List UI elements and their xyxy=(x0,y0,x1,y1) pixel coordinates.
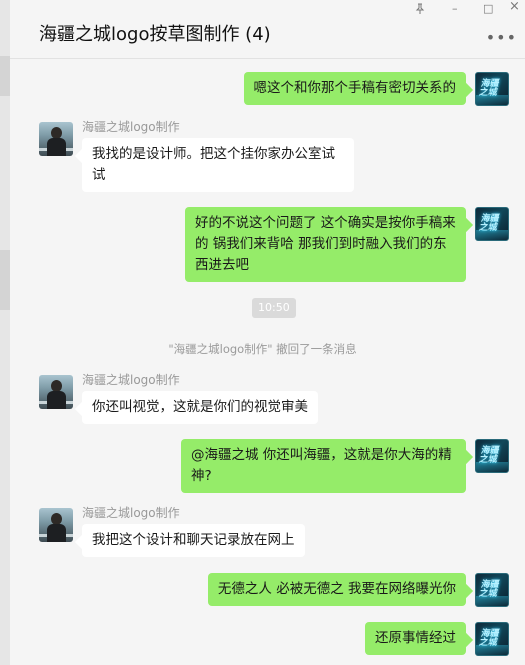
message-bubble-sent[interactable]: 还原事情经过 xyxy=(365,622,466,655)
message-bubble-sent[interactable]: 无德之人 必被无德之 我要在网络曝光你 xyxy=(207,573,466,606)
message-text: @海疆之城 你还叫海疆，这就是你大海的精神? xyxy=(191,447,452,484)
chat-title: 海疆之城logo按草图制作 (4) xyxy=(39,24,271,45)
contact-avatar[interactable] xyxy=(39,508,73,542)
message-text: 还原事情经过 xyxy=(375,630,456,646)
message-text: 我把这个设计和聊天记录放在网上 xyxy=(92,532,295,548)
message-bubble-sent[interactable]: @海疆之城 你还叫海疆，这就是你大海的精神? xyxy=(181,439,466,493)
timestamp: 10:50 xyxy=(252,298,296,318)
minimize-button[interactable]: – xyxy=(452,3,458,15)
sender-name: 海疆之城logo制作 xyxy=(82,506,180,520)
message-text: 好的不说这个问题了 这个确实是按你手稿来的 锅我们来背哈 那我们到时融入我们的东… xyxy=(195,215,456,273)
message-bubble-received[interactable]: 我把这个设计和聊天记录放在网上 xyxy=(82,524,305,557)
my-avatar[interactable]: 海疆 之城 xyxy=(475,207,509,241)
close-button[interactable]: × xyxy=(509,0,520,13)
contact-avatar[interactable] xyxy=(39,375,73,409)
message-text: 我找的是设计师。把这个挂你家办公室试试 xyxy=(92,146,335,183)
maximize-button[interactable]: □ xyxy=(483,3,493,15)
message-text: 你还叫视觉，这就是你们的视觉审美 xyxy=(92,399,308,415)
contact-avatar[interactable] xyxy=(39,122,73,156)
message-bubble-sent[interactable]: 嗯这个和你那个手稿有密切关系的 xyxy=(243,72,466,105)
my-avatar[interactable]: 海疆 之城 xyxy=(475,72,509,106)
pin-icon[interactable] xyxy=(415,3,425,17)
message-text: 嗯这个和你那个手稿有密切关系的 xyxy=(253,80,457,96)
my-avatar[interactable]: 海疆 之城 xyxy=(475,622,509,656)
my-avatar[interactable]: 海疆 之城 xyxy=(475,573,509,607)
left-panel-edge xyxy=(0,0,10,665)
my-avatar[interactable]: 海疆 之城 xyxy=(475,439,509,473)
message-text: 无德之人 必被无德之 我要在网络曝光你 xyxy=(217,581,456,597)
sender-name: 海疆之城logo制作 xyxy=(82,373,180,387)
message-bubble-received[interactable]: 我找的是设计师。把这个挂你家办公室试试 xyxy=(82,138,354,192)
recall-notice: "海疆之城logo制作" 撤回了一条消息 xyxy=(168,342,357,356)
chat-header: 海疆之城logo按草图制作 (4) – □ × ••• xyxy=(10,0,525,59)
message-bubble-sent[interactable]: 好的不说这个问题了 这个确实是按你手稿来的 锅我们来背哈 那我们到时融入我们的东… xyxy=(185,207,466,282)
sender-name: 海疆之城logo制作 xyxy=(82,120,180,134)
more-options-button[interactable]: ••• xyxy=(486,28,517,47)
message-bubble-received[interactable]: 你还叫视觉，这就是你们的视觉审美 xyxy=(82,391,318,424)
